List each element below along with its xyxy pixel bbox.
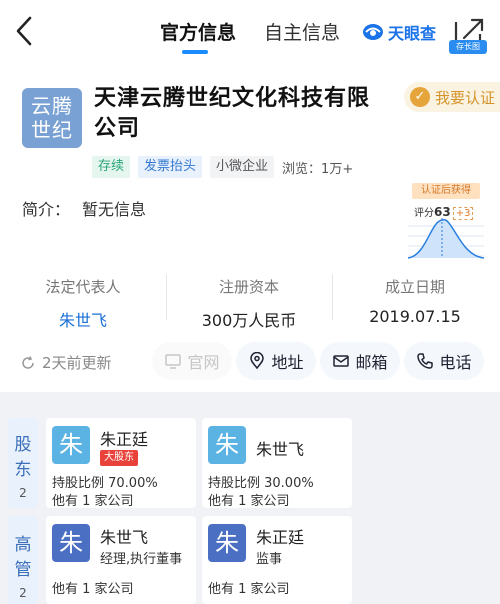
tab-official-info[interactable]: 官方信息 [160,18,236,45]
phone-label: 电话 [439,353,472,372]
location-pin-icon [250,352,265,370]
shareholders-count: 2 [19,486,27,500]
tab-self-info[interactable]: 自主信息 [264,18,340,45]
verify-check-icon: ✓ [410,87,430,107]
brand-logo: 天眼查 [362,20,436,44]
address-label: 地址 [271,353,304,372]
score-head[interactable]: 认证后获得 [412,183,480,199]
shareholder-card-2[interactable]: 朱 朱世飞 持股比例 30.00% 他有 1 家公司 [202,418,352,509]
website-button[interactable]: 官网 [152,342,232,380]
long-image-badge[interactable]: 存长图 [449,40,487,54]
address-button[interactable]: 地址 [236,342,316,380]
score-plus: +3 [452,207,474,220]
other-companies[interactable]: 他有 1 家公司 [208,490,290,509]
company-logo-text-1: 云腾 [31,94,73,118]
score-line: 评分63 +3 [414,204,474,220]
company-name: 天津云腾世纪文化科技有限公司 [94,86,371,141]
share-ratio: 持股比例 70.00% [52,476,158,491]
executive-position: 监事 [256,552,283,567]
executive-name[interactable]: 朱世飞 [100,524,148,548]
company-tags: 存续 发票抬头 小微企业 浏览：1万+ [92,156,353,178]
intro-label: 简介： [22,200,71,219]
top-bar: 官方信息 自主信息 天眼查 存长图 [0,0,500,62]
executives-label-2: 管 [14,560,32,580]
email-button[interactable]: 邮箱 [320,342,400,380]
legal-rep-link[interactable]: 朱世飞 [0,307,166,331]
shareholder-name[interactable]: 朱世飞 [256,436,304,460]
email-label: 邮箱 [355,353,388,372]
avatar: 朱 [208,426,246,464]
share-ratio: 持股比例 30.00% [208,476,314,491]
company-logo: 云腾 世纪 [22,88,82,148]
view-count: 浏览：1万+ [282,161,354,177]
company-intro: 简介： 暂无信息 [22,196,146,220]
score-prefix: 评分 [414,208,434,219]
action-row: 2天前更新 官网 地址 邮箱 电话 [0,340,500,384]
executive-position: 经理,执行董事 [100,552,183,567]
invoice-title-tag[interactable]: 发票抬头 [138,156,203,178]
executives-label-1: 高 [14,535,32,555]
shareholders-label-2: 东 [14,460,32,480]
capital-block: 注册资本 300万人民币 [166,262,332,338]
shareholder-card-1[interactable]: 朱 朱正廷 大股东 持股比例 70.00% 他有 1 家公司 [46,418,196,509]
capital-value: 300万人民币 [201,311,297,330]
status-badge: 存续 [92,156,131,178]
executive-card-2[interactable]: 朱 朱正廷 监事 他有 1 家公司 [202,516,352,604]
enterprise-size-tag: 小微企业 [210,156,275,178]
phone-button[interactable]: 电话 [404,342,484,380]
update-text: 2天前更新 [42,354,112,372]
eye-logo-icon [363,24,383,40]
other-companies[interactable]: 他有 1 家公司 [52,490,134,509]
refresh-icon [22,355,34,369]
other-companies[interactable]: 他有 1 家公司 [208,578,290,597]
executives-count: 2 [19,586,27,600]
founded-value: 2019.07.15 [369,307,461,326]
intro-value: 暂无信息 [82,200,147,219]
avatar: 朱 [52,524,90,562]
update-status[interactable]: 2天前更新 [20,352,112,373]
company-key-info: 法定代表人 朱世飞 注册资本 300万人民币 成立日期 2019.07.15 [0,262,500,338]
avatar: 朱 [208,524,246,562]
shareholders-side-tab[interactable]: 股 东 2 [8,418,38,508]
phone-icon [417,353,434,369]
score-value: 63 [434,205,451,219]
shareholders-label-1: 股 [14,435,32,455]
other-companies[interactable]: 他有 1 家公司 [52,578,134,597]
avatar: 朱 [52,426,90,464]
mail-icon [333,355,350,367]
active-tab-indicator [182,50,208,54]
back-arrow-icon[interactable] [12,14,38,48]
section-divider [0,392,500,412]
certify-label: 我要认证 [435,88,496,107]
company-logo-text-2: 世纪 [31,118,73,142]
monitor-icon [165,354,182,369]
legal-rep-label: 法定代表人 [45,278,121,296]
certify-button[interactable]: ✓ 我要认证 [404,82,500,112]
shareholder-name[interactable]: 朱正廷 [100,426,148,450]
legal-rep-block: 法定代表人 朱世飞 [0,262,166,338]
major-shareholder-badge: 大股东 [100,450,138,466]
executive-card-1[interactable]: 朱 朱世飞 经理,执行董事 他有 1 家公司 [46,516,196,604]
brand-name: 天眼查 [388,24,437,43]
capital-label: 注册资本 [218,278,279,296]
executives-side-tab[interactable]: 高 管 2 [8,516,38,604]
founded-label: 成立日期 [384,278,445,296]
executive-name[interactable]: 朱正廷 [256,524,304,548]
founded-block: 成立日期 2019.07.15 [332,262,498,338]
website-label: 官网 [187,353,220,372]
